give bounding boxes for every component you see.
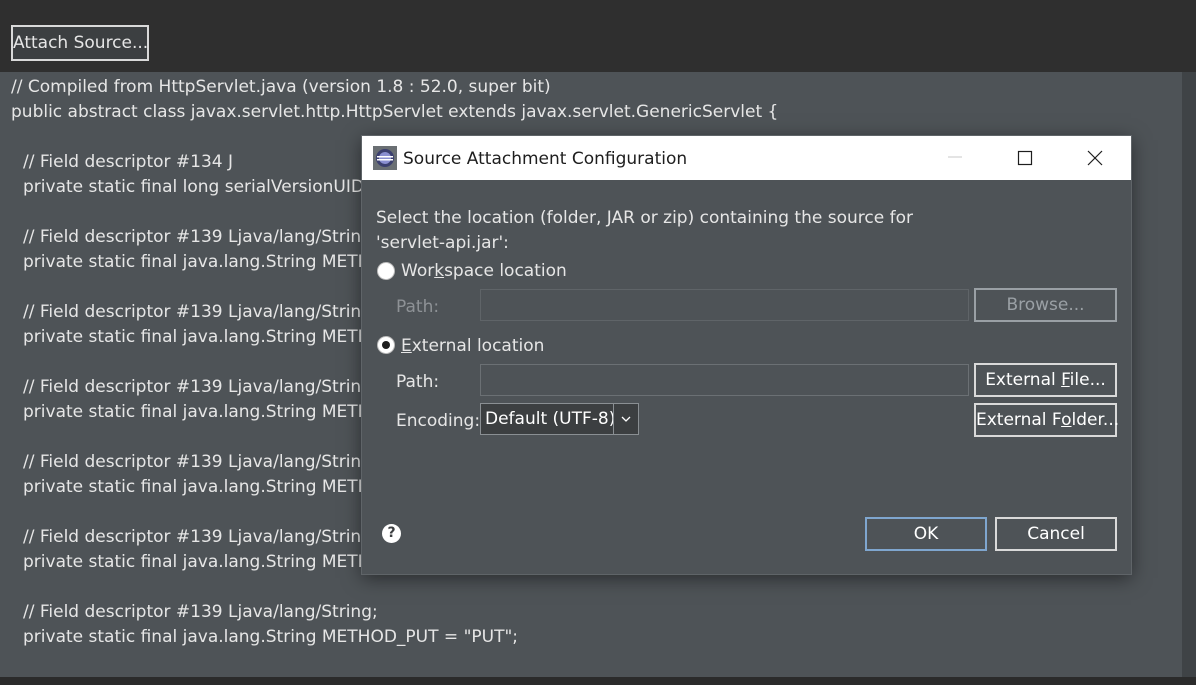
- code-line: private static final java.lang.String ME…: [23, 252, 384, 272]
- eclipse-app-icon: [373, 146, 397, 170]
- code-line: private static final java.lang.String ME…: [23, 402, 384, 422]
- cancel-button[interactable]: Cancel: [995, 517, 1117, 551]
- workspace-location-radio[interactable]: [377, 262, 395, 280]
- dialog-title: Source Attachment Configuration: [403, 149, 688, 169]
- external-file-button[interactable]: External File...: [974, 363, 1117, 397]
- attach-source-button[interactable]: Attach Source...: [11, 25, 149, 61]
- code-line: private static final long serialVersionU…: [23, 177, 384, 197]
- encoding-selected-value: Default (UTF-8): [485, 409, 616, 429]
- dialog-prompt: Select the location (folder, JAR or zip)…: [376, 206, 1116, 256]
- dialog-titlebar[interactable]: Source Attachment Configuration: [362, 136, 1131, 180]
- ok-button[interactable]: OK: [865, 517, 987, 551]
- prompt-line: 'servlet-api.jar':: [376, 233, 509, 253]
- external-location-radio[interactable]: [377, 336, 395, 354]
- code-line: // Compiled from HttpServlet.java (versi…: [11, 77, 551, 97]
- workspace-location-label[interactable]: Workspace location: [401, 260, 567, 282]
- prompt-line: Select the location (folder, JAR or zip)…: [376, 208, 913, 228]
- code-line: private static final java.lang.String ME…: [23, 327, 384, 347]
- code-line: // Field descriptor #139 Ljava/lang/Stri…: [23, 377, 378, 397]
- close-button[interactable]: [1060, 136, 1130, 180]
- code-line: // Field descriptor #139 Ljava/lang/Stri…: [23, 527, 378, 547]
- external-path-label: Path:: [396, 372, 440, 392]
- chevron-down-icon: [621, 416, 631, 422]
- code-line: private static final java.lang.String ME…: [23, 627, 519, 647]
- code-line: private static final java.lang.String ME…: [23, 477, 384, 497]
- external-path-input[interactable]: [480, 364, 969, 396]
- code-line: // Field descriptor #134 J: [23, 152, 234, 172]
- editor-toolbar: Attach Source...: [0, 0, 1196, 72]
- minimize-icon: [948, 156, 962, 158]
- help-icon[interactable]: ?: [382, 524, 401, 543]
- code-line: private static final java.lang.String ME…: [23, 552, 384, 572]
- close-icon: [1087, 150, 1103, 166]
- encoding-select[interactable]: Default (UTF-8): [480, 403, 639, 435]
- browse-button[interactable]: Browse...: [974, 288, 1117, 322]
- code-line: // Field descriptor #139 Ljava/lang/Stri…: [23, 302, 378, 322]
- vertical-scrollbar[interactable]: [1182, 72, 1196, 677]
- workspace-path-input[interactable]: [480, 289, 969, 321]
- minimize-button[interactable]: [920, 136, 990, 180]
- code-line: // Field descriptor #139 Ljava/lang/Stri…: [23, 602, 378, 622]
- workspace-path-label: Path:: [396, 297, 440, 317]
- status-strip: [0, 677, 1196, 685]
- external-folder-button[interactable]: External Folder...: [974, 403, 1119, 437]
- encoding-label: Encoding:: [396, 411, 481, 431]
- source-attachment-dialog: Source Attachment Configuration Select t…: [362, 136, 1131, 574]
- maximize-icon: [1017, 150, 1033, 166]
- external-location-label[interactable]: External location: [401, 335, 544, 357]
- code-line: public abstract class javax.servlet.http…: [11, 102, 779, 122]
- code-line: // Field descriptor #139 Ljava/lang/Stri…: [23, 227, 378, 247]
- code-line: // Field descriptor #139 Ljava/lang/Stri…: [23, 452, 378, 472]
- maximize-button[interactable]: [990, 136, 1060, 180]
- encoding-dropdown-arrow[interactable]: [613, 404, 638, 434]
